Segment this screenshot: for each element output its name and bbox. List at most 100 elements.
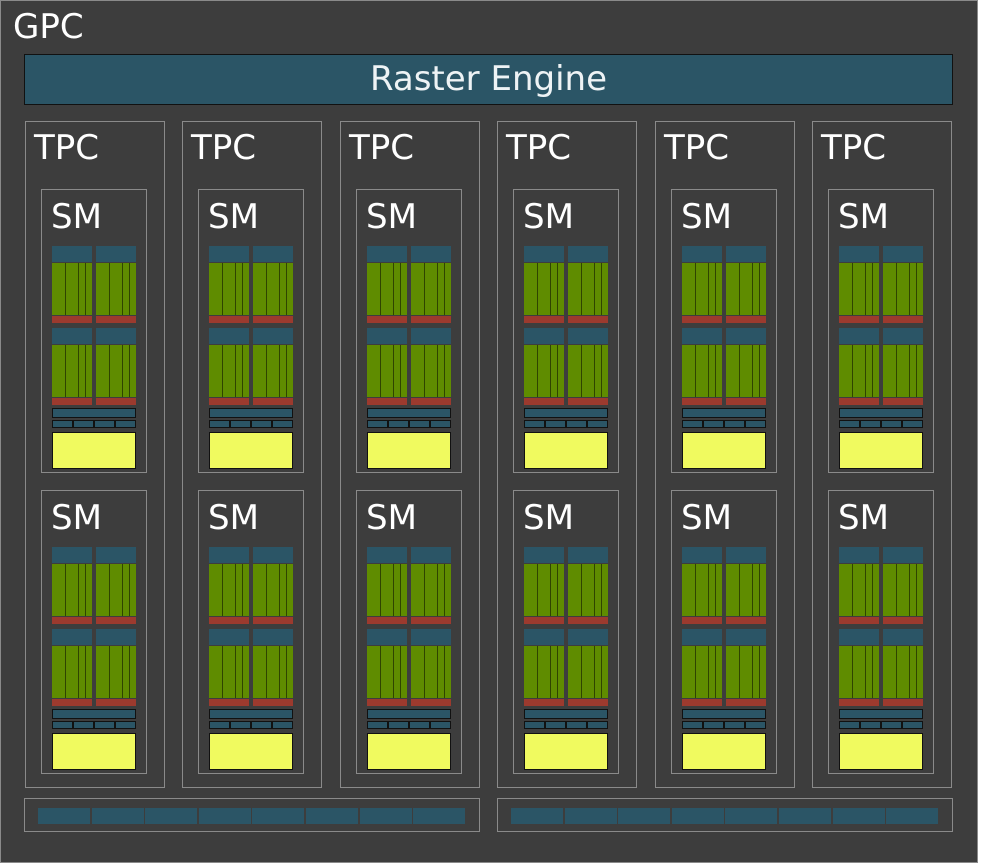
core-divider bbox=[122, 564, 123, 616]
cuda-cores bbox=[524, 564, 564, 616]
tpc-label: TPC bbox=[191, 128, 257, 168]
texture-unit bbox=[567, 722, 586, 728]
gpc-label: GPC bbox=[13, 7, 84, 47]
processing-block bbox=[209, 246, 249, 324]
processing-block bbox=[568, 629, 608, 707]
core-divider bbox=[266, 263, 267, 315]
core-divider bbox=[78, 564, 79, 616]
warp-scheduler bbox=[96, 629, 136, 645]
core-divider bbox=[286, 263, 287, 315]
processing-block bbox=[883, 629, 923, 707]
cuda-cores bbox=[209, 263, 249, 315]
warp-scheduler bbox=[568, 547, 608, 563]
processing-block bbox=[96, 246, 136, 324]
warp-scheduler bbox=[524, 246, 564, 262]
register-file bbox=[839, 398, 879, 405]
tpc-2: TPC SM SM bbox=[182, 121, 322, 788]
core-divider bbox=[581, 564, 582, 616]
warp-scheduler bbox=[253, 547, 293, 563]
engine-unit bbox=[832, 808, 885, 824]
processing-block bbox=[839, 629, 879, 707]
l1-cache bbox=[524, 432, 608, 469]
processing-block bbox=[839, 246, 879, 324]
register-file bbox=[568, 699, 608, 706]
warp-scheduler bbox=[726, 547, 766, 563]
processing-block bbox=[253, 629, 293, 707]
cuda-cores bbox=[726, 263, 766, 315]
tpc-label: TPC bbox=[821, 128, 887, 168]
tpc-1: TPC SM SM bbox=[25, 121, 165, 788]
l1-cache bbox=[682, 733, 766, 770]
core-divider bbox=[286, 345, 287, 397]
processing-block bbox=[96, 547, 136, 625]
register-file bbox=[839, 699, 879, 706]
warp-scheduler bbox=[524, 328, 564, 344]
core-divider bbox=[393, 646, 394, 698]
sm-label: SM bbox=[366, 197, 417, 237]
cuda-cores bbox=[209, 646, 249, 698]
register-file bbox=[682, 617, 722, 624]
register-file bbox=[682, 699, 722, 706]
register-file bbox=[96, 699, 136, 706]
core-divider bbox=[444, 646, 445, 698]
core-divider bbox=[400, 646, 401, 698]
core-divider bbox=[65, 263, 66, 315]
warp-scheduler bbox=[568, 328, 608, 344]
warp-scheduler bbox=[96, 328, 136, 344]
cuda-cores bbox=[524, 263, 564, 315]
texture-unit bbox=[861, 722, 880, 728]
core-divider bbox=[752, 564, 753, 616]
texture-unit bbox=[567, 421, 586, 427]
sm-2: SM bbox=[513, 490, 619, 774]
load-store-bar bbox=[839, 408, 923, 418]
sm-2: SM bbox=[828, 490, 934, 774]
core-divider bbox=[424, 345, 425, 397]
l1-cache bbox=[367, 432, 451, 469]
warp-scheduler bbox=[52, 629, 92, 645]
engine-unit bbox=[413, 808, 466, 824]
core-divider bbox=[852, 646, 853, 698]
register-file bbox=[839, 617, 879, 624]
warp-scheduler bbox=[209, 246, 249, 262]
core-divider bbox=[78, 263, 79, 315]
gpc-block: GPC Raster Engine TPC SM SM TPC SM SM TPC SM SM T… bbox=[0, 0, 978, 863]
core-divider bbox=[437, 646, 438, 698]
texture-unit bbox=[95, 722, 114, 728]
core-divider bbox=[242, 646, 243, 698]
core-divider bbox=[109, 646, 110, 698]
texture-unit bbox=[525, 421, 544, 427]
core-divider bbox=[752, 263, 753, 315]
engine-unit bbox=[886, 808, 939, 824]
core-divider bbox=[393, 345, 394, 397]
core-divider bbox=[380, 263, 381, 315]
register-file bbox=[96, 316, 136, 323]
core-divider bbox=[242, 345, 243, 397]
core-divider bbox=[424, 263, 425, 315]
core-divider bbox=[739, 345, 740, 397]
engine-unit bbox=[511, 808, 563, 824]
core-divider bbox=[909, 263, 910, 315]
register-file bbox=[411, 617, 451, 624]
register-file bbox=[209, 699, 249, 706]
core-divider bbox=[695, 564, 696, 616]
core-divider bbox=[65, 564, 66, 616]
texture-unit bbox=[252, 722, 271, 728]
processing-block bbox=[839, 547, 879, 625]
tpc-label: TPC bbox=[349, 128, 415, 168]
processing-block bbox=[682, 547, 722, 625]
register-file bbox=[411, 398, 451, 405]
texture-unit bbox=[882, 421, 901, 427]
warp-scheduler bbox=[883, 629, 923, 645]
warp-scheduler bbox=[839, 328, 879, 344]
load-store-bar bbox=[209, 408, 293, 418]
cuda-cores bbox=[524, 345, 564, 397]
core-divider bbox=[550, 646, 551, 698]
core-divider bbox=[695, 646, 696, 698]
load-store-bar bbox=[52, 408, 136, 418]
sm-label: SM bbox=[51, 498, 102, 538]
texture-units bbox=[682, 721, 766, 729]
core-divider bbox=[444, 263, 445, 315]
texture-unit bbox=[683, 722, 702, 728]
texture-units bbox=[52, 721, 136, 729]
core-divider bbox=[695, 263, 696, 315]
